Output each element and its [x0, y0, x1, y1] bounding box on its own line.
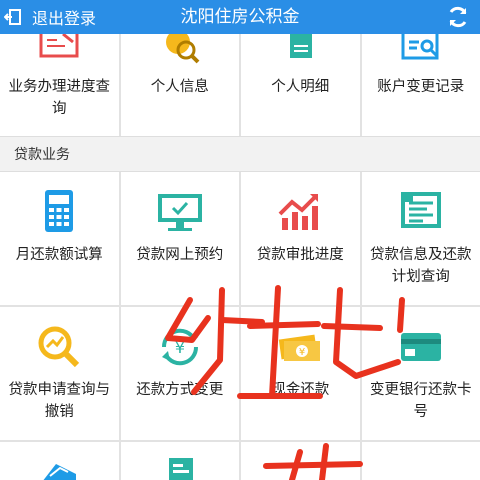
approval-progress-icon [278, 194, 319, 230]
tile-application-search[interactable]: 贷款申请查询与撤销 [0, 307, 119, 440]
repayment-change-icon: ¥ [161, 328, 198, 366]
online-appointment-icon [157, 194, 202, 231]
tile-partial-3[interactable] [241, 442, 360, 480]
top-bar: 退出登录 沈阳住房公积金 [0, 0, 480, 34]
application-search-icon [38, 326, 80, 368]
tile-label: 个人明细 [271, 79, 330, 95]
tile-cash-repayment[interactable]: ¥ 现金还款 [241, 307, 360, 440]
progress-query-icon [39, 34, 79, 58]
partial-tile-icon [43, 464, 76, 480]
calculator-icon [45, 190, 74, 232]
tile-partial-4[interactable] [361, 442, 480, 480]
tile-approval-progress[interactable]: 贷款审批进度 [241, 172, 360, 305]
partial-document-icon [168, 458, 193, 480]
loan-plan-icon [400, 192, 441, 228]
tile-progress-query[interactable]: 业务办理进度查询 [0, 34, 119, 136]
refresh-icon[interactable] [446, 5, 470, 29]
logout-button[interactable]: 退出登录 [0, 0, 112, 34]
tile-label: 还款方式变更 [136, 382, 224, 398]
tile-label: 业务办理进度查询 [8, 79, 111, 117]
tile-label: 贷款网上预约 [136, 247, 224, 263]
bank-card-change-icon [400, 333, 441, 361]
tile-label: 贷款申请查询与撤销 [8, 382, 111, 420]
tile-person-info[interactable]: 个人信息 [120, 34, 239, 136]
tile-label: 月还款额试算 [15, 247, 103, 263]
cash-repayment-icon: ¥ [279, 334, 321, 361]
account-change-icon [401, 34, 439, 60]
person-info-icon [165, 34, 200, 64]
tile-account-change[interactable]: 账户变更记录 [361, 34, 480, 136]
tile-label: 贷款审批进度 [256, 247, 344, 263]
tile-label: 账户变更记录 [377, 79, 465, 95]
svg-text:¥: ¥ [175, 338, 185, 357]
tile-partial-1[interactable] [0, 442, 119, 480]
tile-personal-detail[interactable]: 个人明细 [241, 34, 360, 136]
tile-label: 现金还款 [271, 382, 330, 398]
loan-services-row-1: 月还款额试算 贷款网上预约 贷款审批进度 贷款信息及还款计划查询 [0, 172, 480, 305]
personal-services-row: 业务办理进度查询 个人信息 个人明细 账户变更记录 [0, 34, 480, 136]
tile-monthly-calculator[interactable]: 月还款额试算 [0, 172, 119, 305]
personal-detail-icon [290, 34, 313, 58]
loan-services-row-3 [0, 442, 480, 480]
content-area: 业务办理进度查询 个人信息 个人明细 账户变更记录 贷款业务 月还款额试算 贷款… [0, 34, 480, 480]
tile-label: 个人信息 [150, 79, 209, 95]
svg-text:¥: ¥ [299, 347, 305, 358]
tile-repayment-change[interactable]: ¥ 还款方式变更 [120, 307, 239, 440]
section-heading-loan: 贷款业务 [0, 136, 480, 172]
tile-partial-2[interactable] [120, 442, 239, 480]
tile-loan-plan[interactable]: 贷款信息及还款计划查询 [361, 172, 480, 305]
tile-label: 变更银行还款卡号 [370, 382, 472, 420]
tile-label: 贷款信息及还款计划查询 [370, 247, 472, 285]
tile-online-appointment[interactable]: 贷款网上预约 [120, 172, 239, 305]
tile-bank-card-change[interactable]: 变更银行还款卡号 [361, 307, 480, 440]
logout-icon [4, 9, 21, 25]
loan-services-row-2: 贷款申请查询与撤销 ¥ 还款方式变更 ¥ 现金还款 变更银行还款卡号 [0, 307, 480, 440]
logout-label: 退出登录 [32, 9, 97, 28]
